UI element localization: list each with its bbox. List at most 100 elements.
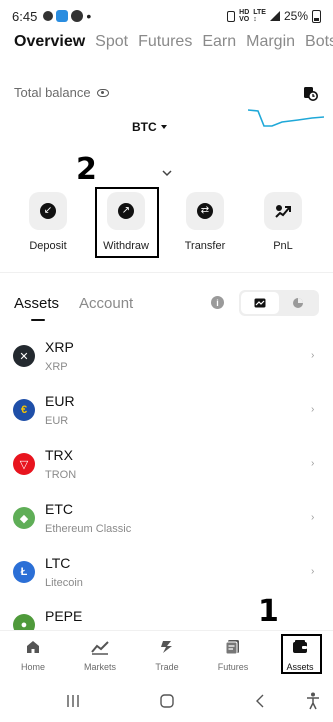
nav-markets[interactable]: Markets — [75, 639, 125, 672]
hd-icon: HD VO — [239, 9, 250, 23]
markets-icon — [91, 641, 109, 655]
lte-icon: LTE ↕ — [253, 9, 266, 23]
chevron-right-icon: › — [311, 404, 315, 415]
transfer-button[interactable]: ⇄ Transfer — [175, 192, 235, 252]
tab-overview[interactable]: Overview — [14, 33, 85, 51]
chart-view-toggle[interactable] — [241, 292, 279, 314]
annotation-number-1: 1 — [258, 594, 279, 629]
status-right: HD VO LTE ↕ 25% — [227, 9, 321, 23]
deposit-icon: ↙ — [40, 203, 56, 219]
tab-underline — [31, 319, 45, 321]
xrp-coin-icon: ✕ — [13, 345, 35, 367]
asset-row-etc[interactable]: ◆ ETC Ethereum Classic › — [0, 499, 333, 553]
trade-icon — [161, 641, 172, 653]
asset-symbol: PEPE — [45, 608, 83, 624]
chevron-right-icon: › — [311, 350, 315, 361]
asset-symbol: EUR — [45, 393, 75, 409]
line-chart-icon — [254, 298, 266, 308]
nav-home-label: Home — [20, 662, 45, 672]
asset-symbol: LTC — [45, 555, 71, 571]
pnl-icon — [275, 205, 291, 218]
tab-bots[interactable]: Bots — [305, 33, 333, 51]
link-icon — [43, 11, 54, 21]
asset-name: TRON — [45, 469, 77, 481]
nav-futures-label: Futures — [217, 662, 249, 672]
deposit-label: Deposit — [29, 240, 67, 252]
battery-icon — [312, 9, 321, 23]
futures-icon — [225, 640, 239, 655]
nav-futures[interactable]: Futures — [208, 639, 258, 672]
eur-coin-icon: € — [13, 399, 35, 421]
withdraw-icon-box: ↗ — [107, 192, 145, 230]
asset-row-eur[interactable]: € EUR EUR › — [0, 391, 333, 445]
transfer-icon: ⇄ — [197, 203, 213, 219]
balance-sparkline — [248, 109, 324, 127]
asset-symbol: ETC — [45, 501, 73, 517]
chevron-right-icon: › — [311, 566, 315, 577]
deposit-icon-box: ↙ — [29, 192, 67, 230]
tab-earn[interactable]: Earn — [202, 33, 236, 51]
pnl-button[interactable]: PnL — [253, 192, 313, 252]
annotation-number-2: 2 — [76, 152, 97, 187]
view-toggle — [239, 290, 319, 316]
asset-name: XRP — [45, 361, 68, 373]
currency-label: BTC — [132, 120, 157, 134]
pnl-label: PnL — [273, 240, 293, 252]
etc-coin-icon: ◆ — [13, 507, 35, 529]
ltc-coin-icon: Ł — [13, 561, 35, 583]
total-balance-label: Total balance — [14, 85, 109, 100]
chevron-right-icon: › — [311, 458, 315, 469]
history-icon[interactable] — [302, 85, 318, 101]
battery-text: 25% — [283, 9, 308, 23]
pie-view-toggle[interactable] — [279, 292, 317, 314]
info-icon[interactable]: i — [211, 296, 224, 309]
asset-name: Ethereum Classic — [45, 523, 132, 535]
status-bar: 6:45 • HD VO LTE ↕ 25% — [0, 0, 333, 32]
asset-row-ltc[interactable]: Ł LTC Litecoin › — [0, 553, 333, 607]
asset-symbol: XRP — [45, 339, 74, 355]
asset-row-xrp[interactable]: ✕ XRP XRP › — [0, 337, 333, 391]
chevron-down-icon[interactable] — [162, 168, 172, 178]
chevron-right-icon: › — [311, 512, 315, 523]
transfer-icon-box: ⇄ — [186, 192, 224, 230]
trx-coin-icon: ▽ — [13, 453, 35, 475]
vibrate-icon — [227, 10, 236, 22]
eye-icon[interactable] — [96, 88, 109, 97]
recent-apps-icon[interactable] — [66, 694, 80, 708]
tab-assets[interactable]: Assets — [14, 295, 59, 312]
home-icon — [27, 641, 39, 653]
nav-trade[interactable]: Trade — [142, 639, 192, 672]
asset-name: EUR — [45, 415, 69, 427]
withdraw-label: Withdraw — [103, 240, 149, 252]
asset-symbol: TRX — [45, 447, 73, 463]
assets-tabs: Assets Account — [14, 295, 133, 312]
withdraw-icon: ↗ — [118, 203, 134, 219]
tab-spot[interactable]: Spot — [95, 33, 128, 51]
nav-markets-label: Markets — [83, 662, 116, 672]
currency-selector[interactable]: BTC — [132, 120, 167, 134]
home-nav-icon[interactable] — [160, 694, 174, 708]
annotation-box-assets — [281, 634, 322, 674]
more-dot-icon: • — [86, 8, 92, 24]
deposit-button[interactable]: ↙ Deposit — [18, 192, 78, 252]
transfer-label: Transfer — [184, 240, 226, 252]
chat-icon — [71, 10, 84, 22]
tab-account[interactable]: Account — [79, 295, 133, 312]
pnl-icon-box — [264, 192, 302, 230]
tab-margin[interactable]: Margin — [246, 33, 295, 51]
app-s-icon — [56, 10, 69, 22]
nav-trade-label: Trade — [155, 662, 179, 672]
accessibility-icon[interactable] — [306, 692, 320, 710]
caret-down-icon — [160, 125, 167, 129]
status-time: 6:45 — [12, 8, 38, 24]
nav-home[interactable]: Home — [8, 639, 58, 672]
section-divider — [0, 272, 333, 273]
back-icon[interactable] — [255, 694, 265, 708]
asset-name: Litecoin — [45, 577, 83, 589]
tab-futures[interactable]: Futures — [138, 33, 192, 51]
withdraw-button[interactable]: ↗ Withdraw — [96, 192, 156, 252]
asset-row-trx[interactable]: ▽ TRX TRON › — [0, 445, 333, 499]
top-tabs: Overview Spot Futures Earn Margin Bots — [14, 33, 333, 51]
pie-chart-icon — [293, 298, 303, 308]
total-balance-text: Total balance — [14, 85, 91, 100]
